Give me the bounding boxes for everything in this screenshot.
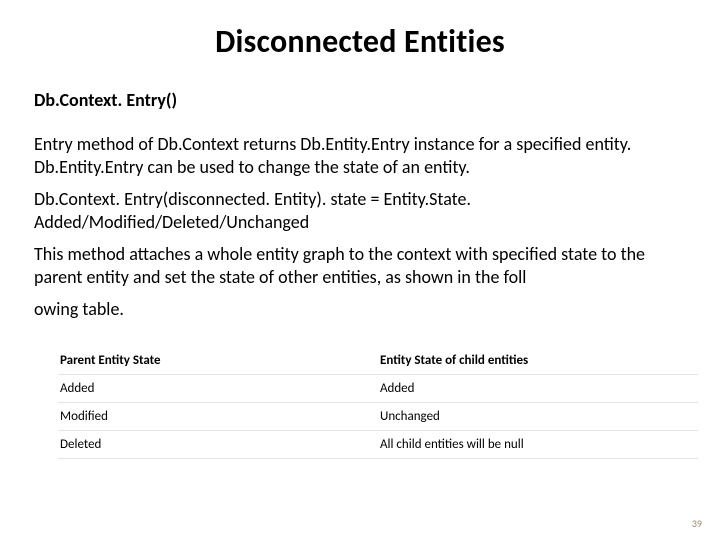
table-cell: Modified <box>58 402 378 430</box>
table-header-child: Entity State of child entities <box>378 347 698 375</box>
entity-state-table: Parent Entity State Entity State of chil… <box>58 347 698 459</box>
table-cell: Deleted <box>58 430 378 458</box>
table-cell: Added <box>58 374 378 402</box>
table-row: Modified Unchanged <box>58 402 698 430</box>
table-row: Deleted All child entities will be null <box>58 430 698 458</box>
page-number: 39 <box>692 517 702 530</box>
table-header-parent: Parent Entity State <box>58 347 378 375</box>
section-heading: Db.Context. Entry() <box>34 89 686 111</box>
body-paragraph-4: owing table. <box>34 298 686 321</box>
body-paragraph-3: This method attaches a whole entity grap… <box>34 243 686 288</box>
table-cell: Added <box>378 374 698 402</box>
table-cell: All child entities will be null <box>378 430 698 458</box>
body-paragraph-1: Entry method of Db.Context returns Db.En… <box>34 133 686 178</box>
table-cell: Unchanged <box>378 402 698 430</box>
body-paragraph-2: Db.Context. Entry(disconnected. Entity).… <box>34 188 686 233</box>
slide-title: Disconnected Entities <box>34 22 686 61</box>
table-row: Added Added <box>58 374 698 402</box>
table-header-row: Parent Entity State Entity State of chil… <box>58 347 698 375</box>
slide: Disconnected Entities Db.Context. Entry(… <box>0 0 720 540</box>
